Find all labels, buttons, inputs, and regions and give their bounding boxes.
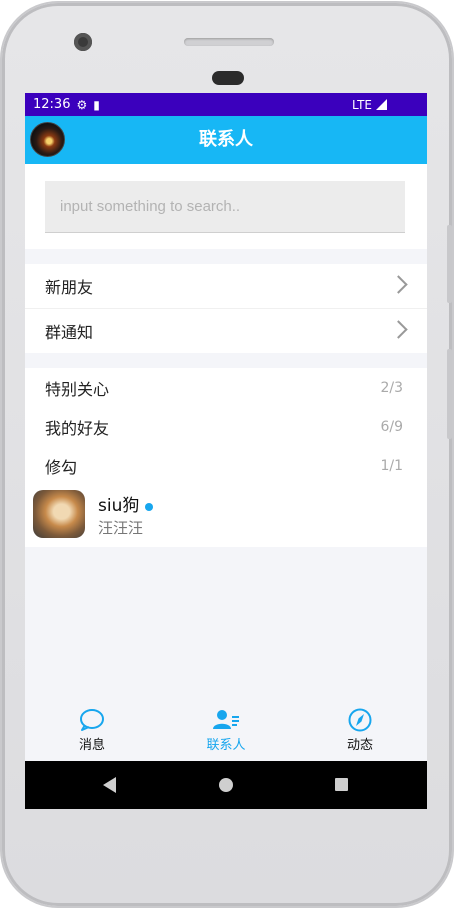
screen: 12:36 ⚙ ▮ LTE 联系人 新朋友 群通知 特别关心 2/3 我的好友 … <box>25 93 427 809</box>
front-camera <box>74 33 92 51</box>
status-time: 12:36 <box>33 97 71 112</box>
group-count: 1/1 <box>380 457 403 474</box>
bottom-tab-bar: 消息 联系人 动态 <box>25 703 427 761</box>
settings-gear-icon: ⚙ <box>76 97 88 112</box>
search-input[interactable] <box>45 181 405 233</box>
signal-icon <box>376 99 387 110</box>
search-section <box>25 164 427 249</box>
tab-messages[interactable]: 消息 <box>25 703 159 761</box>
group-row[interactable]: 修勾 1/1 <box>25 446 427 485</box>
volume-button <box>447 225 452 303</box>
back-icon[interactable] <box>103 777 116 793</box>
earpiece-speaker <box>184 38 274 46</box>
group-notice-label: 群通知 <box>45 323 94 342</box>
nav-section: 新朋友 群通知 <box>25 264 427 353</box>
contact-avatar <box>33 490 85 538</box>
contact-item[interactable]: siu狗 汪汪汪 <box>25 485 427 545</box>
network-type: LTE <box>352 97 372 112</box>
tab-label: 联系人 <box>206 738 246 753</box>
contact-groups: 特别关心 2/3 我的好友 6/9 修勾 1/1 siu狗 汪汪汪 <box>25 368 427 547</box>
new-friends-item[interactable]: 新朋友 <box>25 264 427 308</box>
contacts-icon <box>213 710 239 729</box>
compass-icon <box>348 708 372 732</box>
group-label: 特别关心 <box>45 379 110 399</box>
group-row[interactable]: 特别关心 2/3 <box>25 368 427 407</box>
group-count: 2/3 <box>380 379 403 396</box>
group-row[interactable]: 我的好友 6/9 <box>25 407 427 446</box>
chevron-right-icon <box>389 275 408 294</box>
tab-label: 消息 <box>78 738 105 753</box>
tab-contacts[interactable]: 联系人 <box>159 703 293 761</box>
group-count: 6/9 <box>380 418 403 435</box>
contact-name: siu狗 <box>98 496 140 516</box>
tab-label: 动态 <box>346 738 373 753</box>
contact-signature: 汪汪汪 <box>98 519 144 537</box>
status-right: LTE <box>352 98 387 112</box>
status-bar: 12:36 ⚙ ▮ LTE <box>25 93 427 116</box>
home-icon[interactable] <box>219 778 233 792</box>
page-title: 联系人 <box>199 129 253 150</box>
new-friends-label: 新朋友 <box>45 278 94 297</box>
tab-moments[interactable]: 动态 <box>293 703 427 761</box>
sd-card-icon: ▮ <box>93 97 100 112</box>
group-notice-item[interactable]: 群通知 <box>25 308 427 353</box>
chevron-right-icon <box>389 320 408 339</box>
recent-apps-icon[interactable] <box>335 778 348 791</box>
chat-bubble-icon <box>80 709 104 731</box>
power-button <box>447 349 452 439</box>
group-label: 修勾 <box>45 457 78 477</box>
group-label: 我的好友 <box>45 418 110 438</box>
proximity-sensor <box>212 71 244 85</box>
app-bar: 联系人 <box>25 116 427 164</box>
system-nav-bar <box>25 761 427 809</box>
online-status-dot <box>145 503 153 511</box>
